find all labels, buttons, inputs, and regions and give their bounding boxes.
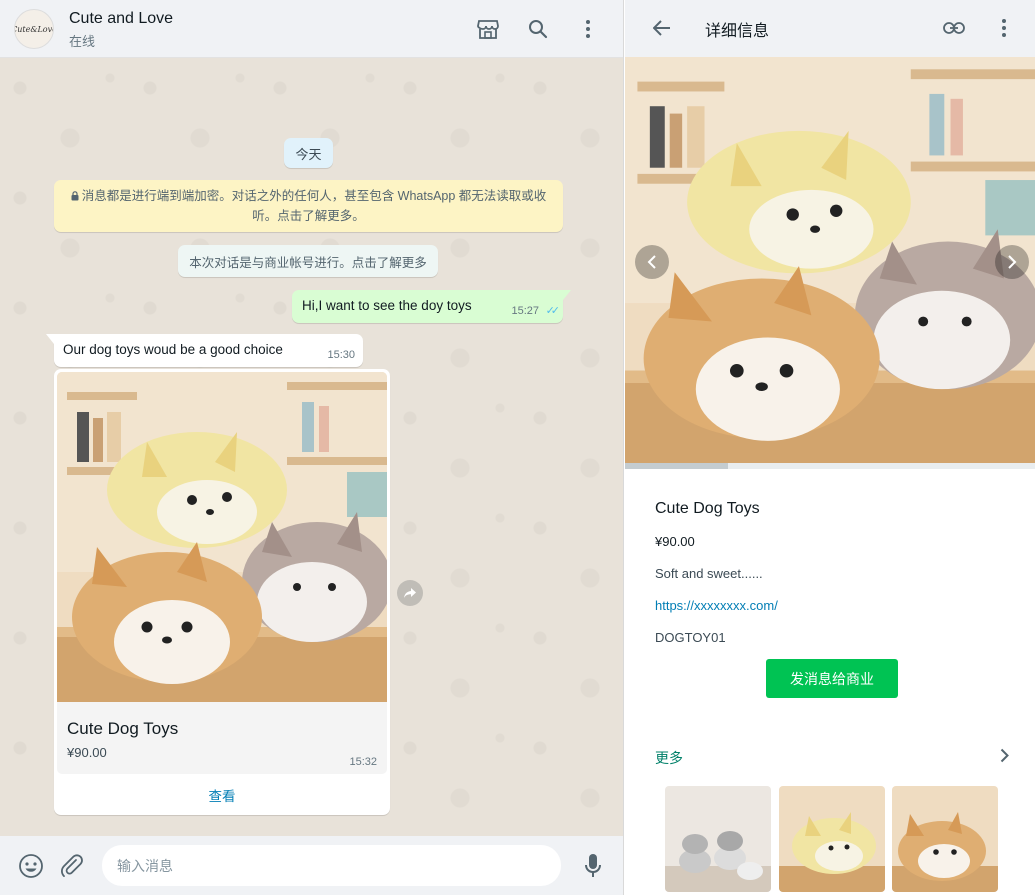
menu-icon[interactable] (989, 13, 1019, 43)
product-name: Cute Dog Toys (67, 719, 179, 738)
detail-product-name: Cute Dog Toys (655, 500, 760, 517)
contact-name[interactable]: Cute and Love (69, 10, 173, 28)
business-notice[interactable]: 本次对话是与商业帐号进行。点击了解更多 (178, 245, 438, 277)
detail-product-price: ¥90.00 (655, 534, 695, 549)
link-icon[interactable] (939, 13, 969, 43)
message-business-button[interactable]: 发消息给商业 (766, 659, 898, 698)
composer (0, 836, 623, 895)
gallery-progress-fill (625, 463, 728, 469)
date-chip: 今天 (284, 138, 333, 168)
chat-pane: Cute&Love Cute and Love 在线 今天 消息都是进行端到端加… (0, 0, 624, 895)
forward-icon[interactable] (397, 580, 423, 606)
detail-product-description: Soft and sweet...... (655, 566, 763, 581)
more-product-thumbnail[interactable] (665, 786, 771, 892)
lock-icon (71, 187, 79, 201)
product-gallery[interactable] (625, 57, 1035, 463)
detail-title: 详细信息 (705, 23, 770, 40)
emoji-icon[interactable] (17, 852, 45, 880)
gallery-prev-icon[interactable] (635, 245, 669, 279)
e2e-notice[interactable]: 消息都是进行端到端加密。对话之外的任何人，甚至包含 WhatsApp 都无法读取… (54, 180, 563, 232)
more-product-thumbnail[interactable] (892, 786, 998, 892)
read-ticks-icon: ✓✓ (545, 305, 561, 317)
avatar-text: Cute&Love (15, 24, 53, 34)
message-text: Hi,I want to see the doy toys (302, 298, 472, 313)
incoming-message[interactable]: Our dog toys woud be a good choice 15:30 (46, 334, 363, 367)
detail-pane: 详细信息 Cute Dog Toys ¥90.00 Soft and sweet… (625, 0, 1035, 895)
chevron-right-icon[interactable] (995, 744, 1013, 766)
e2e-notice-text: 消息都是进行端到端加密。对话之外的任何人，甚至包含 WhatsApp 都无法读取… (81, 189, 547, 223)
avatar[interactable]: Cute&Love (14, 9, 54, 49)
back-arrow-icon[interactable] (647, 13, 677, 43)
contact-status: 在线 (69, 34, 96, 49)
outgoing-message[interactable]: Hi,I want to see the doy toys 15:27 ✓✓ (292, 290, 571, 323)
detail-product-sku: DOGTOY01 (655, 630, 726, 645)
more-link[interactable]: 更多 (655, 748, 683, 768)
message-input[interactable] (102, 845, 561, 886)
microphone-icon[interactable] (579, 852, 607, 880)
menu-icon[interactable] (573, 14, 603, 44)
product-info: Cute Dog Toys ¥90.00 15:32 (57, 702, 387, 774)
gallery-next-icon[interactable] (995, 245, 1029, 279)
message-time: 15:32 (349, 756, 377, 768)
message-time: 15:30 (327, 349, 355, 361)
store-icon[interactable] (473, 14, 503, 44)
message-text: Our dog toys woud be a good choice (63, 342, 283, 357)
chat-header: Cute&Love Cute and Love 在线 (0, 0, 623, 58)
gallery-progress (625, 463, 1035, 469)
search-icon[interactable] (523, 14, 553, 44)
product-image[interactable] (57, 372, 387, 702)
view-product-button[interactable]: 查看 (54, 774, 390, 815)
detail-product-link[interactable]: https://xxxxxxxx.com/ (655, 598, 778, 613)
attach-icon[interactable] (58, 852, 86, 880)
product-price: ¥90.00 (67, 745, 107, 760)
more-product-thumbnail[interactable] (779, 786, 885, 892)
gallery-image (625, 57, 1035, 463)
detail-header: 详细信息 (625, 0, 1035, 57)
message-time: 15:27 (511, 305, 539, 317)
product-card[interactable]: Cute Dog Toys ¥90.00 15:32 查看 (54, 369, 390, 815)
